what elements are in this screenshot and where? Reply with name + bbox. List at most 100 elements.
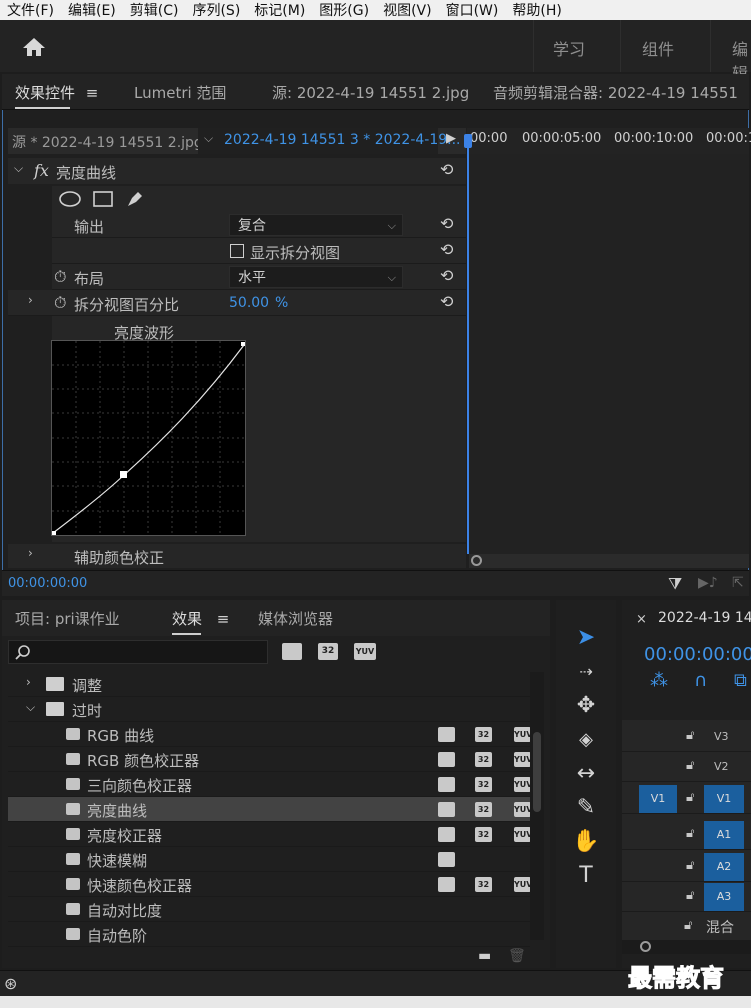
timeline-scrollbar[interactable]	[622, 940, 751, 954]
workspace-tab-learn[interactable]: 学习	[553, 36, 585, 60]
rectangle-mask-icon[interactable]	[92, 190, 114, 208]
linked-selection-icon[interactable]: ⧉	[734, 670, 747, 691]
panel-menu-icon[interactable]: ≡	[86, 84, 99, 102]
tab-source-monitor[interactable]: 源: 2022-4-19 14551 2.jpg	[272, 82, 469, 103]
lock-icon[interactable]: 🔓︎	[686, 858, 694, 873]
reset-icon[interactable]: ⟲	[440, 240, 453, 259]
effects-list-scrollbar[interactable]	[530, 672, 544, 940]
tab-effect-controls[interactable]: 效果控件 ≡	[15, 82, 99, 109]
effect-list-item[interactable]: 自动对比度	[8, 897, 530, 922]
ripple-edit-tool-icon[interactable]: ✥	[570, 692, 602, 720]
mix-track-header[interactable]: 🔓︎ 混合	[622, 912, 751, 942]
menu-file[interactable]: 文件(F)	[7, 0, 54, 20]
32bit-filter-icon[interactable]: 32	[318, 643, 338, 660]
folder-row[interactable]: ⌵ 过时	[8, 697, 530, 722]
menu-clip[interactable]: 剪辑(C)	[130, 0, 179, 20]
play-audio-icon[interactable]: ▶♪	[698, 575, 718, 591]
workspace-tab-assembly[interactable]: 组件	[642, 36, 674, 60]
effects-search-input[interactable]	[8, 640, 268, 664]
pen-mask-icon[interactable]	[124, 188, 146, 210]
track-target-a3[interactable]: A3	[704, 883, 744, 911]
close-icon[interactable]: ×	[636, 612, 647, 627]
split-view-checkbox[interactable]	[230, 244, 244, 258]
chevron-down-icon[interactable]: ⌵	[26, 700, 35, 715]
luma-curve-svg[interactable]	[52, 341, 245, 535]
accelerated-effects-filter-icon[interactable]	[282, 643, 302, 660]
slip-tool-icon[interactable]: ↔	[570, 760, 602, 788]
delete-icon[interactable]: 🗑	[508, 948, 526, 964]
menu-view[interactable]: 视图(V)	[383, 0, 432, 20]
sequence-clip-dropdown[interactable]: ⌵ 2022-4-19 14551 3 * 2022-4-19...	[198, 128, 461, 154]
effect-timeline-ruler[interactable]: 00:00 00:00:05:00 00:00:10:00 00:00:1	[467, 128, 751, 154]
track-header-a1[interactable]: 🔓︎ A1	[622, 820, 751, 850]
snap-magnet-icon[interactable]: ∩	[694, 670, 707, 691]
track-header-v2[interactable]: 🔓︎ V2	[622, 752, 751, 782]
lock-icon[interactable]: 🔓︎	[686, 728, 694, 743]
playhead-handle[interactable]	[464, 134, 472, 148]
type-tool-icon[interactable]: T	[570, 862, 602, 890]
output-dropdown[interactable]: 复合 ⌵	[229, 214, 403, 236]
tab-audio-clip-mixer[interactable]: 音频剪辑混合器: 2022-4-19 14551	[493, 82, 738, 103]
reset-icon[interactable]: ⟲	[440, 160, 453, 179]
playhead-line[interactable]	[467, 134, 469, 554]
stopwatch-icon[interactable]: ⏱	[54, 267, 66, 287]
menu-window[interactable]: 窗口(W)	[446, 0, 499, 20]
effect-list-item[interactable]: 亮度校正器 32 YUV	[8, 822, 532, 847]
tab-effects[interactable]: 效果 ≡	[172, 608, 230, 635]
menu-sequence[interactable]: 序列(S)	[192, 0, 240, 20]
menu-help[interactable]: 帮助(H)	[512, 0, 561, 20]
lock-icon[interactable]: 🔓︎	[686, 790, 694, 805]
menu-marker[interactable]: 标记(M)	[254, 0, 305, 20]
curve-control-point[interactable]	[120, 471, 127, 478]
export-icon[interactable]: ⇱	[732, 575, 744, 591]
luma-curve-graph[interactable]	[51, 340, 246, 536]
lock-icon[interactable]: 🔓︎	[684, 918, 692, 933]
lock-icon[interactable]: 🔓︎	[686, 758, 694, 773]
effect-list-item[interactable]: 快速颜色校正器 32 YUV	[8, 872, 532, 897]
track-header-a2[interactable]: 🔓︎ A2	[622, 852, 751, 882]
menu-graphics[interactable]: 图形(G)	[319, 0, 369, 20]
menu-edit[interactable]: 编辑(E)	[68, 0, 116, 20]
tab-media-browser[interactable]: 媒体浏览器	[258, 608, 333, 629]
track-header-v3[interactable]: 🔓︎ V3	[622, 722, 751, 752]
filter-icon[interactable]: ⧩	[668, 574, 682, 594]
track-select-tool-icon[interactable]: ⇢	[570, 658, 602, 686]
lock-icon[interactable]: 🔓︎	[686, 888, 694, 903]
reset-icon[interactable]: ⟲	[440, 292, 453, 311]
effect-list-item[interactable]: 亮度曲线 32 YUV	[8, 797, 532, 822]
ellipse-mask-icon[interactable]	[58, 190, 82, 208]
source-patch-v1[interactable]: V1	[639, 785, 677, 813]
yuv-filter-icon[interactable]: YUV	[354, 643, 376, 660]
effect-list-item[interactable]: RGB 颜色校正器 32 YUV	[8, 747, 532, 772]
effect-header-row[interactable]: ⌵ fx 亮度曲线 ⟲	[8, 158, 466, 184]
panel-menu-icon[interactable]: ≡	[217, 610, 230, 628]
track-target-a1[interactable]: A1	[704, 821, 744, 849]
layout-dropdown[interactable]: 水平 ⌵	[229, 266, 403, 288]
insert-nest-icon[interactable]: ⁂	[650, 670, 668, 691]
effect-timeline-scrollbar[interactable]	[469, 554, 749, 568]
effect-timeline-area[interactable]	[469, 154, 749, 554]
track-target-v1[interactable]: V1	[704, 785, 744, 813]
chevron-right-icon[interactable]: ›	[28, 293, 33, 307]
track-header-v1[interactable]: 🔓︎ V1 V1	[622, 784, 751, 814]
track-header-a3[interactable]: 🔓︎ A3	[622, 882, 751, 912]
new-folder-icon[interactable]: ▬	[478, 948, 491, 964]
selection-tool-icon[interactable]: ➤	[570, 624, 602, 652]
current-timecode[interactable]: 00:00:00:00	[8, 576, 87, 591]
play-triangle-icon[interactable]: ▶	[446, 131, 456, 146]
tab-lumetri-scopes[interactable]: Lumetri 范围	[134, 82, 226, 103]
split-percent-value[interactable]: 50.00	[229, 295, 269, 311]
creative-cloud-icon[interactable]: ⊛	[4, 974, 17, 993]
chevron-down-icon[interactable]: ⌵	[14, 161, 23, 176]
timeline-timecode[interactable]: 00:00:00:00	[644, 644, 751, 665]
aux-color-row[interactable]: › 辅助颜色校正	[8, 544, 466, 568]
effect-list-item[interactable]: RGB 曲线 32 YUV	[8, 722, 532, 747]
effect-list-item[interactable]: 快速模糊	[8, 847, 530, 872]
lock-icon[interactable]: 🔓︎	[686, 826, 694, 841]
pen-tool-icon[interactable]: ✎	[570, 794, 602, 822]
reset-icon[interactable]: ⟲	[440, 214, 453, 233]
track-target-a2[interactable]: A2	[704, 853, 744, 881]
fx-icon[interactable]: fx	[34, 161, 49, 180]
razor-tool-icon[interactable]: ◈	[570, 726, 602, 754]
folder-row[interactable]: › 调整	[8, 672, 530, 697]
